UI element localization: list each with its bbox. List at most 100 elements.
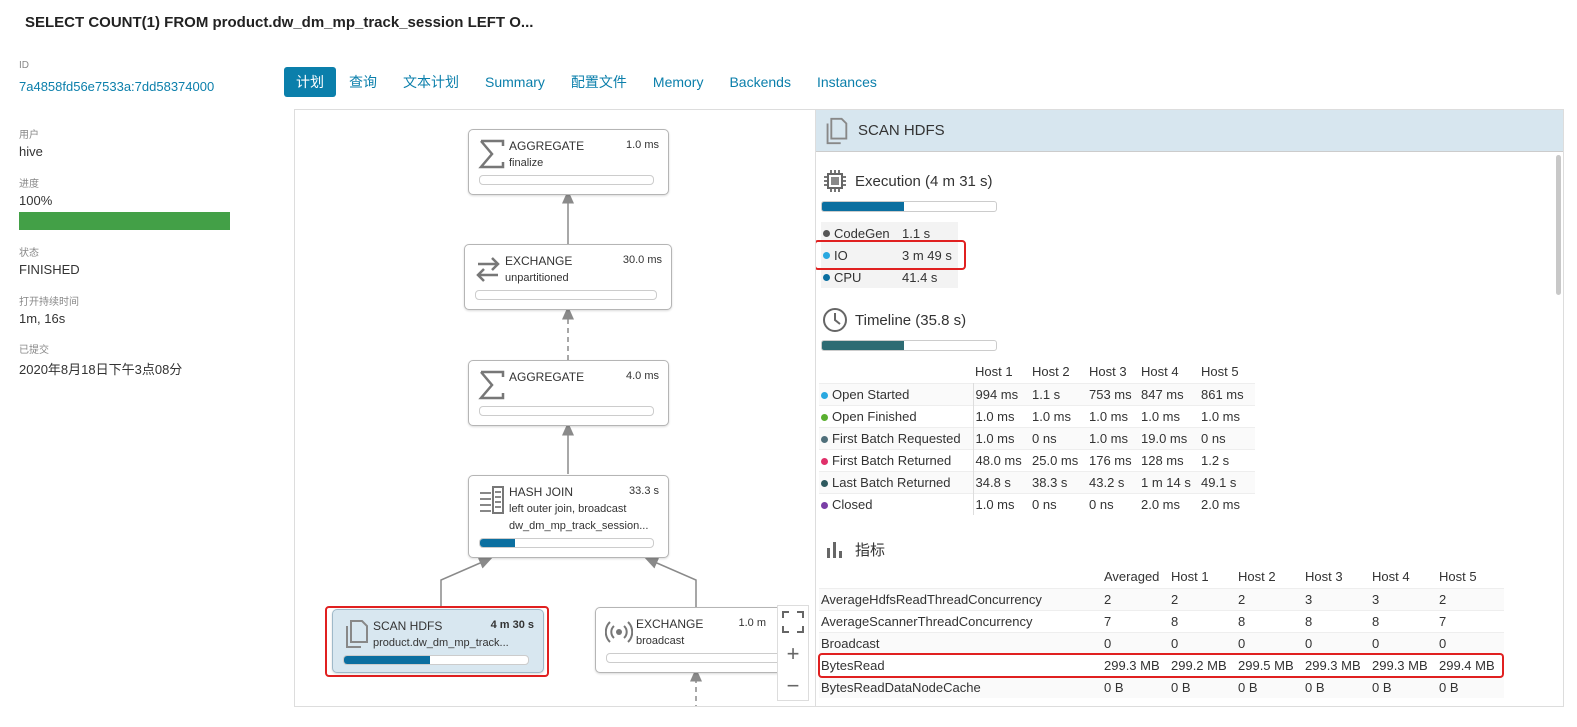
bar-chart-icon (827, 542, 842, 558)
panel-scrollbar[interactable] (1556, 155, 1561, 295)
tab-instances[interactable]: Instances (804, 67, 890, 97)
metrics-row: BytesReadDataNodeCache 0 B0 B0 B0 B0 B0 B (819, 675, 1504, 698)
timeline-row: Last Batch Returned 34.8 s 38.3 s 43.2 s1 m… (819, 470, 1255, 493)
legend-dot (821, 435, 828, 443)
metrics-row: AverageScannerThreadConcurrency 7 8 8 8 8 7 (819, 609, 1504, 632)
fullscreen-icon (782, 611, 804, 633)
metrics-header-row: Averaged Host 1 Host 2 Host 3 Host 4 Hos… (819, 566, 1504, 588)
metrics-cell: 0 B (1102, 675, 1169, 698)
timeline-row: First Batch Requested 1.0 ms 0 ns 1.0 ms 19.… (819, 426, 1255, 449)
metrics-header: Host 2 (1238, 569, 1276, 585)
timeline-header: Host 2 (1032, 364, 1070, 380)
metrics-cell: 8 (1303, 609, 1370, 632)
plan-node-scan-hdfs[interactable]: SCAN HDFS 4 m 30 s product.dw_dm_mp_trac… (332, 609, 544, 673)
metrics-cell: 0 B (1437, 675, 1504, 698)
meta-label: 进度 (19, 179, 39, 190)
legend-dot (821, 457, 828, 465)
timeline-cell: 0 ns (1199, 426, 1255, 449)
metrics-cell: 7 (1437, 609, 1504, 632)
timeline-cell: 48.0 ms (973, 448, 1030, 471)
tab-plan[interactable]: 计划 (284, 67, 336, 97)
tab-query[interactable]: 查询 (336, 67, 390, 97)
cpu-chip-icon (824, 170, 846, 192)
zoom-out-button[interactable]: − (778, 670, 808, 702)
execution-key-label: CodeGen (834, 225, 890, 241)
timeline-cell: 1.0 ms (1030, 404, 1087, 427)
meta-label: 用户 (19, 130, 39, 141)
execution-key-label: CPU (834, 269, 862, 285)
plan-node-exchange-unpartitioned[interactable]: EXCHANGE 30.0 ms unpartitioned (464, 244, 672, 310)
node-time: 30.0 ms (622, 254, 662, 266)
timeline-row-label: Open Finished (819, 404, 974, 427)
meta-submitted: 已提交 2020年8月18日下午3点08分 (19, 341, 234, 378)
node-details-panel: SCAN HDFS Execution (4 m 31 s) CodeGen 1… (815, 110, 1563, 706)
panel-title: SCAN HDFS (858, 122, 945, 139)
metrics-header-empty (819, 566, 1102, 588)
node-detail: broadcast (636, 635, 685, 647)
node-name: EXCHANGE (636, 617, 704, 631)
node-name: SCAN HDFS (373, 619, 443, 633)
timeline-title: Timeline (35.8 s) (855, 311, 967, 329)
timeline-cell: 1.0 ms (973, 492, 1030, 515)
plan-graph[interactable]: AGGREGATE 1.0 ms finalize EXCHANGE 30.0 … (295, 110, 815, 706)
timeline-cell: 38.3 s (1030, 470, 1087, 493)
timeline-cell: 0 ns (1087, 492, 1139, 515)
node-progress-bar (479, 175, 654, 185)
tab-memory[interactable]: Memory (640, 67, 717, 97)
metrics-row-label: Broadcast (819, 631, 1102, 654)
tab-summary[interactable]: Summary (472, 67, 558, 97)
timeline-cell: 2.0 ms (1139, 492, 1199, 515)
plan-node-aggregate-finalize[interactable]: AGGREGATE 1.0 ms finalize (468, 129, 669, 195)
legend-dot (821, 479, 828, 487)
node-detail: left outer join, broadcast (509, 503, 627, 515)
timeline-cell: 861 ms (1199, 382, 1255, 405)
metrics-cell: 0 B (1236, 675, 1303, 698)
meta-status: 状态 FINISHED (19, 244, 234, 277)
tab-backends[interactable]: Backends (716, 67, 803, 97)
metrics-cell: 3 (1303, 587, 1370, 610)
plan-node-hash-join[interactable]: HASH JOIN 33.3 s left outer join, broadc… (468, 475, 669, 558)
plan-node-aggregate[interactable]: AGGREGATE 4.0 ms (468, 360, 669, 426)
copy-files-icon (826, 117, 848, 144)
timeline-row-label: First Batch Returned (819, 448, 974, 471)
clock-icon (823, 308, 847, 332)
copy-files-icon (346, 620, 368, 648)
progress-bar (19, 212, 230, 230)
meta-label: ID (19, 60, 29, 71)
timeline-body: Open Started 994 ms 1.1 s 753 ms 847 ms 861 m… (819, 382, 1255, 515)
meta-value: hive (19, 144, 43, 159)
metrics-cell: 8 (1169, 609, 1236, 632)
timeline-row-label: Open Started (819, 382, 974, 405)
metrics-section-title: 指标 (822, 536, 885, 562)
fit-screen-button[interactable] (778, 606, 808, 638)
timeline-cell: 1.0 ms (1087, 426, 1139, 449)
metrics-cell: 8 (1236, 609, 1303, 632)
timeline-cell: 43.2 s (1087, 470, 1139, 493)
metrics-cell: 2 (1102, 587, 1169, 610)
tab-profile[interactable]: 配置文件 (558, 67, 640, 97)
metrics-cell: 3 (1370, 587, 1437, 610)
plan-node-exchange-broadcast[interactable]: EXCHANGE 1.0 m broadcast (595, 607, 803, 673)
query-id-link[interactable]: 7a4858fd56e7533a:7dd58374000 (19, 79, 234, 94)
metrics-title: 指标 (855, 541, 886, 559)
timeline-cell: 25.0 ms (1030, 448, 1087, 471)
timeline-row-label: Last Batch Returned (819, 470, 974, 493)
metrics-header: Host 3 (1305, 569, 1343, 585)
timeline-cell: 176 ms (1087, 448, 1139, 471)
zoom-in-button[interactable]: + (778, 638, 808, 670)
timeline-header: Host 3 (1089, 364, 1127, 380)
metrics-cell: 0 (1236, 631, 1303, 654)
meta-label: 打开持续时间 (19, 297, 79, 308)
query-title: SELECT COUNT(1) FROM product.dw_dm_mp_tr… (25, 14, 534, 31)
meta-duration: 打开持续时间 1m, 16s (19, 293, 234, 326)
node-progress-bar (475, 290, 657, 300)
timeline-cell: 49.1 s (1199, 470, 1255, 493)
node-name: AGGREGATE (509, 370, 585, 384)
node-time: 4.0 ms (625, 370, 659, 382)
node-progress-fill (344, 656, 431, 664)
node-progress-fill (480, 539, 515, 547)
edge (644, 557, 697, 607)
tab-bar: 计划 查询 文本计划 Summary 配置文件 Memory Backends … (284, 67, 890, 97)
tab-text-plan[interactable]: 文本计划 (390, 67, 472, 97)
timeline-label-text: Closed (832, 496, 873, 512)
